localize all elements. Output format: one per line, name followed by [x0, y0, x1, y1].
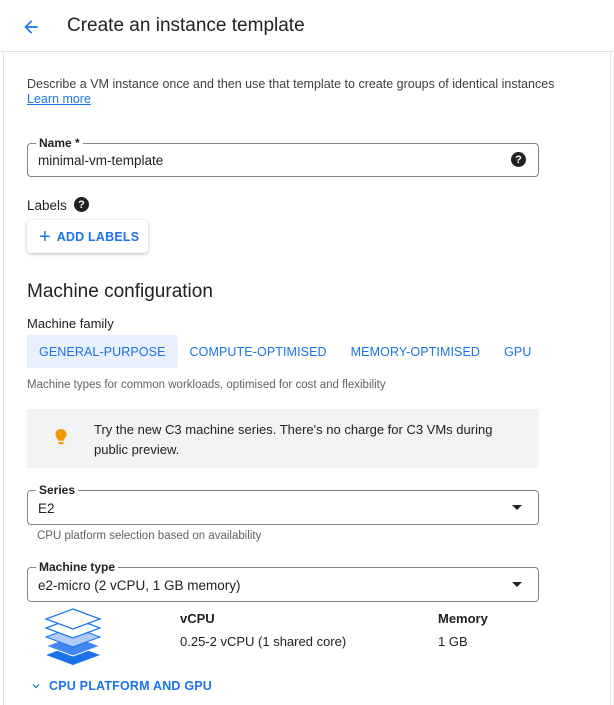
help-icon[interactable]: ? — [511, 152, 526, 167]
machine-type-select[interactable]: Machine type e2-micro (2 vCPU, 1 GB memo… — [27, 560, 539, 602]
learn-more-link[interactable]: Learn more — [27, 92, 91, 106]
machine-family-tabs: GENERAL-PURPOSE COMPUTE-OPTIMISED MEMORY… — [27, 335, 543, 368]
tab-memory-optimised[interactable]: MEMORY-OPTIMISED — [339, 335, 492, 368]
series-hint: CPU platform selection based on availabi… — [37, 530, 262, 542]
tab-general-purpose[interactable]: GENERAL-PURPOSE — [27, 335, 178, 368]
machine-family-label: Machine family — [27, 316, 114, 331]
name-input-value[interactable]: minimal-vm-template — [38, 153, 163, 168]
machine-layers-icon — [44, 608, 102, 665]
left-divider — [3, 0, 4, 705]
dropdown-arrow-icon[interactable] — [512, 582, 522, 587]
page-description: Describe a VM instance once and then use… — [27, 77, 555, 91]
callout-text: Try the new C3 machine series. There's n… — [94, 422, 493, 457]
machine-family-description: Machine types for common workloads, opti… — [27, 379, 386, 391]
series-value: E2 — [38, 501, 55, 516]
machine-configuration-title: Machine configuration — [27, 281, 213, 302]
chevron-down-icon — [32, 684, 40, 689]
add-labels-button[interactable]: + ADD LABELS — [27, 220, 148, 253]
dropdown-arrow-icon[interactable] — [512, 505, 522, 510]
add-labels-label: ADD LABELS — [56, 229, 140, 244]
name-field[interactable]: Name * minimal-vm-template ? — [27, 136, 539, 177]
back-button[interactable] — [18, 14, 44, 40]
series-label: Series — [36, 483, 79, 497]
tab-gpu[interactable]: GPU — [492, 335, 543, 368]
labels-help-icon[interactable]: ? — [74, 197, 89, 212]
name-field-label: Name * — [36, 136, 83, 150]
page-title: Create an instance template — [67, 15, 305, 36]
arrow-back-icon — [24, 20, 38, 34]
memory-value: 1 GB — [438, 634, 468, 649]
series-select[interactable]: Series E2 — [27, 483, 539, 525]
lightbulb-icon — [55, 429, 67, 445]
machine-type-label: Machine type — [36, 560, 119, 574]
right-divider — [610, 0, 611, 705]
c3-preview-callout: Try the new C3 machine series. There's n… — [27, 409, 539, 468]
vcpu-header: vCPU — [180, 611, 215, 626]
cpu-platform-label: CPU PLATFORM AND GPU — [49, 679, 213, 693]
tab-compute-optimised[interactable]: COMPUTE-OPTIMISED — [178, 335, 339, 368]
machine-type-value: e2-micro (2 vCPU, 1 GB memory) — [38, 578, 241, 593]
labels-heading: Labels — [27, 198, 67, 213]
cpu-platform-and-gpu-toggle[interactable]: CPU PLATFORM AND GPU — [29, 679, 212, 693]
plus-icon: + — [39, 225, 51, 248]
memory-header: Memory — [438, 611, 488, 626]
page-header: Create an instance template — [0, 0, 614, 52]
vcpu-value: 0.25-2 vCPU (1 shared core) — [180, 634, 347, 649]
